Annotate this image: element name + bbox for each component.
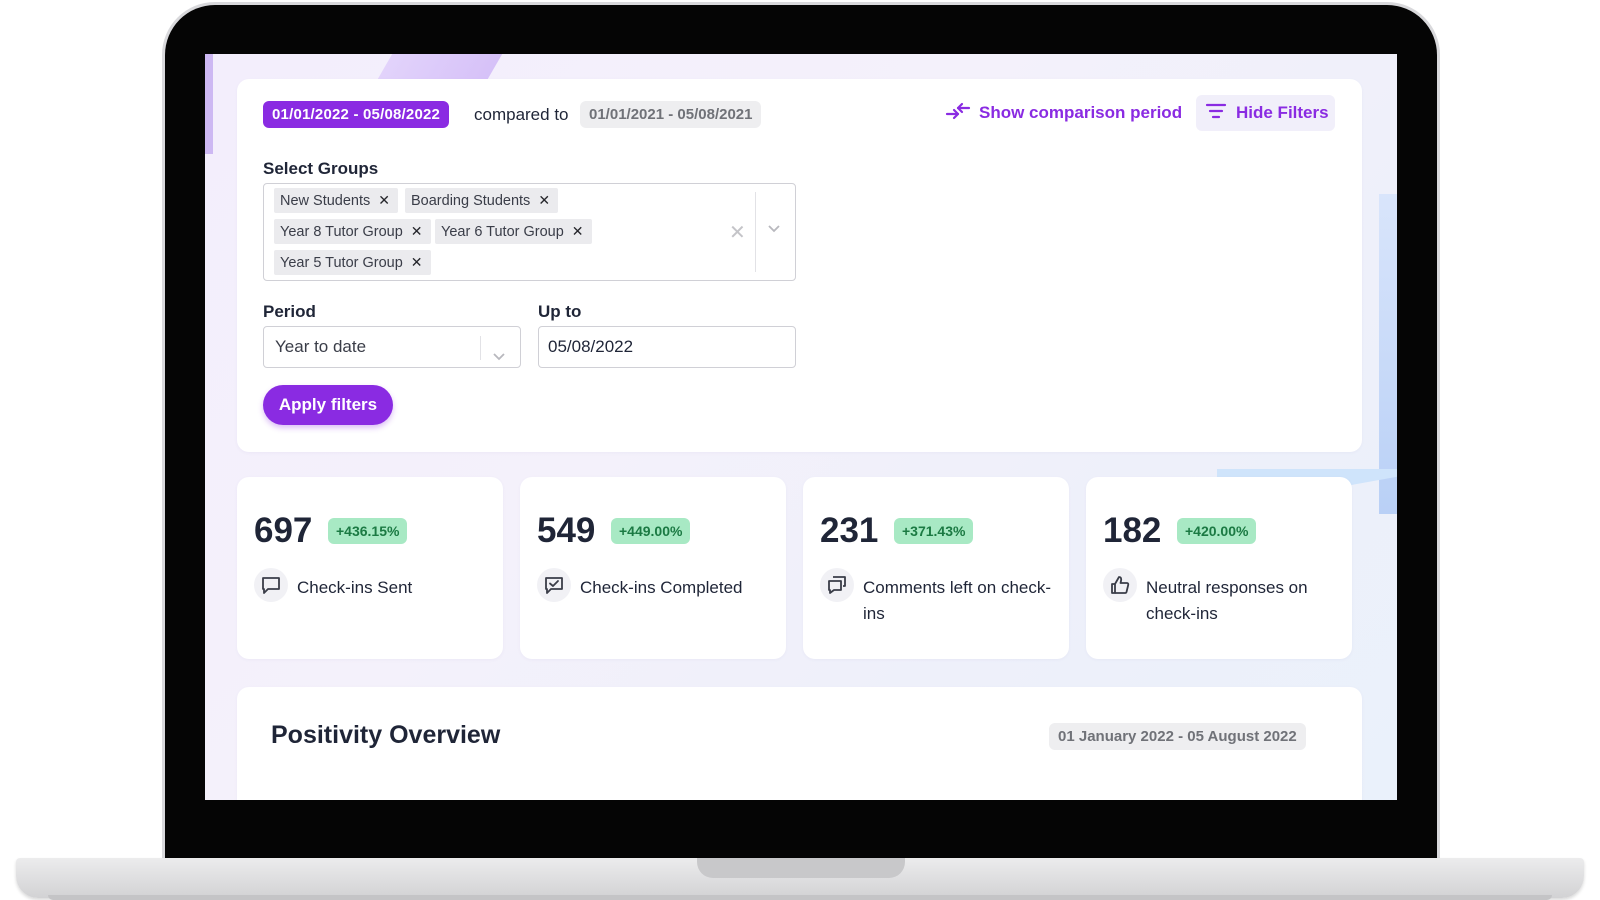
change-badge: +371.43% [894, 518, 974, 544]
up-to-label: Up to [538, 302, 582, 321]
remove-chip-icon[interactable]: ✕ [409, 254, 425, 271]
compare-arrows-icon [945, 101, 971, 126]
group-chip-label: Year 5 Tutor Group [280, 254, 403, 271]
group-chip: Boarding Students ✕ [405, 188, 559, 213]
period-select-value: Year to date [275, 337, 367, 356]
filter-icon [1204, 101, 1228, 126]
message-check-icon [537, 568, 571, 602]
background-decoration [205, 54, 213, 154]
stat-value: 697 [254, 511, 313, 550]
stat-card-checkins-sent: 697 +436.15% Check-ins Sent [237, 477, 503, 659]
stat-label: Comments left on check-ins [863, 578, 1052, 623]
filters-panel: 01/01/2022 - 05/08/2022 compared to 01/0… [237, 79, 1362, 452]
divider [755, 192, 756, 272]
background-decoration [377, 54, 503, 79]
period-label: Period [263, 302, 316, 321]
hide-filters-label: Hide Filters [1236, 103, 1329, 122]
overview-title: Positivity Overview [271, 721, 501, 749]
change-badge: +420.00% [1177, 518, 1257, 544]
clear-all-icon[interactable]: ✕ [729, 220, 746, 245]
positivity-overview-card: Positivity Overview 01 January 2022 - 05… [237, 687, 1362, 800]
stat-card-neutral-responses: 182 +420.00% Neutral responses on check-… [1086, 477, 1352, 659]
hide-filters-button[interactable]: Hide Filters [1196, 95, 1335, 131]
overview-date-range: 01 January 2022 - 05 August 2022 [1049, 723, 1306, 750]
thumbs-up-icon [1103, 568, 1137, 602]
comparison-date-range: 01/01/2021 - 05/08/2021 [580, 101, 762, 128]
remove-chip-icon[interactable]: ✕ [376, 192, 392, 209]
chevron-down-icon[interactable] [766, 220, 782, 241]
stat-label: Neutral responses on check-ins [1146, 578, 1308, 623]
group-chip: New Students ✕ [274, 188, 399, 213]
group-chip: Year 8 Tutor Group ✕ [274, 219, 431, 244]
app-screen: 01/01/2022 - 05/08/2022 compared to 01/0… [205, 54, 1397, 800]
remove-chip-icon[interactable]: ✕ [409, 223, 425, 240]
message-icon [254, 568, 288, 602]
group-chip-label: Boarding Students [411, 192, 531, 209]
group-chip-label: Year 6 Tutor Group [441, 223, 564, 240]
group-chip: Year 5 Tutor Group ✕ [274, 250, 431, 275]
laptop-notch [697, 858, 905, 878]
stat-card-comments: 231 +371.43% Comments left on check-ins [803, 477, 1069, 659]
stat-value: 182 [1103, 511, 1162, 550]
show-comparison-button[interactable]: Show comparison period [945, 97, 1182, 129]
chevron-down-icon [491, 339, 507, 379]
comments-icon [820, 568, 854, 602]
change-badge: +449.00% [611, 518, 691, 544]
divider [480, 336, 481, 360]
stat-value: 231 [820, 511, 879, 550]
stat-value: 549 [537, 511, 596, 550]
groups-multiselect[interactable]: New Students ✕ Boarding Students ✕ Year … [263, 183, 796, 281]
select-groups-label: Select Groups [263, 159, 379, 178]
group-chip: Year 6 Tutor Group ✕ [435, 219, 592, 244]
selected-date-range: 01/01/2022 - 05/08/2022 [263, 101, 450, 128]
period-select[interactable]: Year to date [263, 326, 521, 368]
compared-to-label: compared to [474, 105, 569, 124]
remove-chip-icon[interactable]: ✕ [570, 223, 586, 240]
remove-chip-icon[interactable]: ✕ [536, 192, 552, 209]
laptop-base-shadow [48, 895, 1552, 900]
change-badge: +436.15% [328, 518, 408, 544]
background-decoration [1379, 194, 1397, 514]
group-chip-label: Year 8 Tutor Group [280, 223, 403, 240]
apply-filters-button[interactable]: Apply filters [263, 385, 393, 425]
stat-label: Check-ins Completed [580, 578, 743, 597]
group-chip-label: New Students [280, 192, 371, 209]
stat-label: Check-ins Sent [297, 578, 413, 597]
up-to-date-input[interactable] [538, 326, 796, 368]
stat-card-checkins-completed: 549 +449.00% Check-ins Completed [520, 477, 786, 659]
show-comparison-label: Show comparison period [979, 103, 1183, 122]
